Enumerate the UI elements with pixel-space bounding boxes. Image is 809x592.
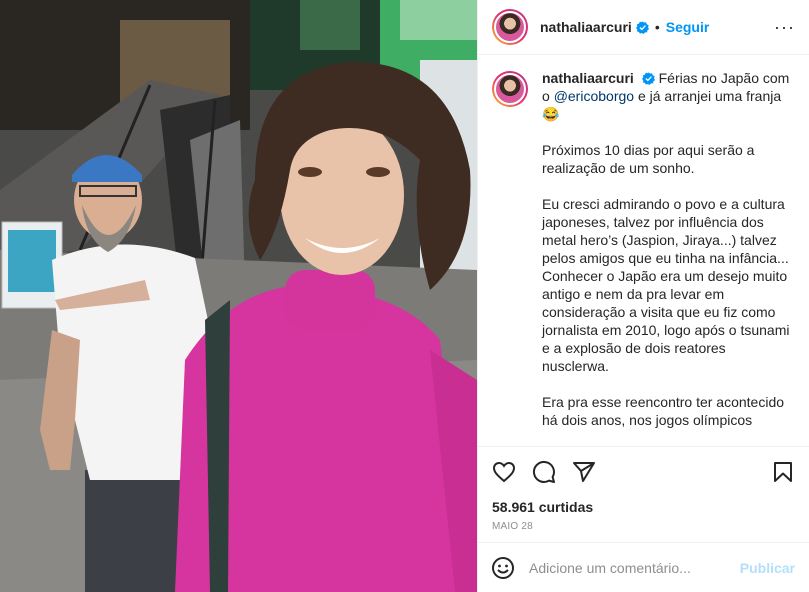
publish-button[interactable]: Publicar [740,560,795,576]
caption-paragraph-2: Próximos 10 dias por aqui serão a realiz… [542,142,755,176]
post-photo[interactable] [0,0,477,592]
caption-paragraph-3: Eu cresci admirando o povo e a cultura j… [542,196,790,374]
send-icon[interactable] [572,460,596,484]
author-username[interactable]: nathaliaarcuri [540,19,632,35]
comment-bar: Publicar [477,542,809,592]
caption-avatar-image [494,73,526,105]
avatar-image [494,11,526,43]
emoji-icon[interactable] [491,556,515,580]
photo-illustration [0,0,477,592]
like-count[interactable]: 58.961 curtidas [492,499,795,515]
author-avatar[interactable] [492,9,528,45]
bookmark-icon[interactable] [771,460,795,484]
verified-badge-icon [641,72,655,85]
comment-input[interactable] [529,559,740,576]
follow-button[interactable]: Seguir [666,19,710,35]
caption-text: nathaliaarcuri Férias no Japão com o @er… [542,69,792,429]
caption-avatar[interactable] [492,71,528,107]
caption-row: nathaliaarcuri Férias no Japão com o @er… [492,69,795,429]
heart-icon[interactable] [492,460,516,484]
verified-badge-icon [635,20,649,34]
caption-area[interactable]: nathaliaarcuri Férias no Japão com o @er… [478,55,809,446]
caption-paragraph-4: Era pra esse reencontro ter acontecido h… [542,394,785,428]
post-modal: nathaliaarcuri • Seguir ··· nathaliaarcu… [0,0,809,592]
comment-icon[interactable] [532,460,556,484]
post-header: nathaliaarcuri • Seguir ··· [478,0,809,55]
post-side-panel: nathaliaarcuri • Seguir ··· nathaliaarcu… [477,0,809,592]
header-separator: • [654,19,660,35]
post-date[interactable]: MAIO 28 [492,521,795,532]
caption-username[interactable]: nathaliaarcuri [542,70,634,86]
more-options-icon[interactable]: ··· [774,17,795,38]
action-icons [492,447,795,497]
mention-link[interactable]: @ericoborgo [554,88,634,104]
